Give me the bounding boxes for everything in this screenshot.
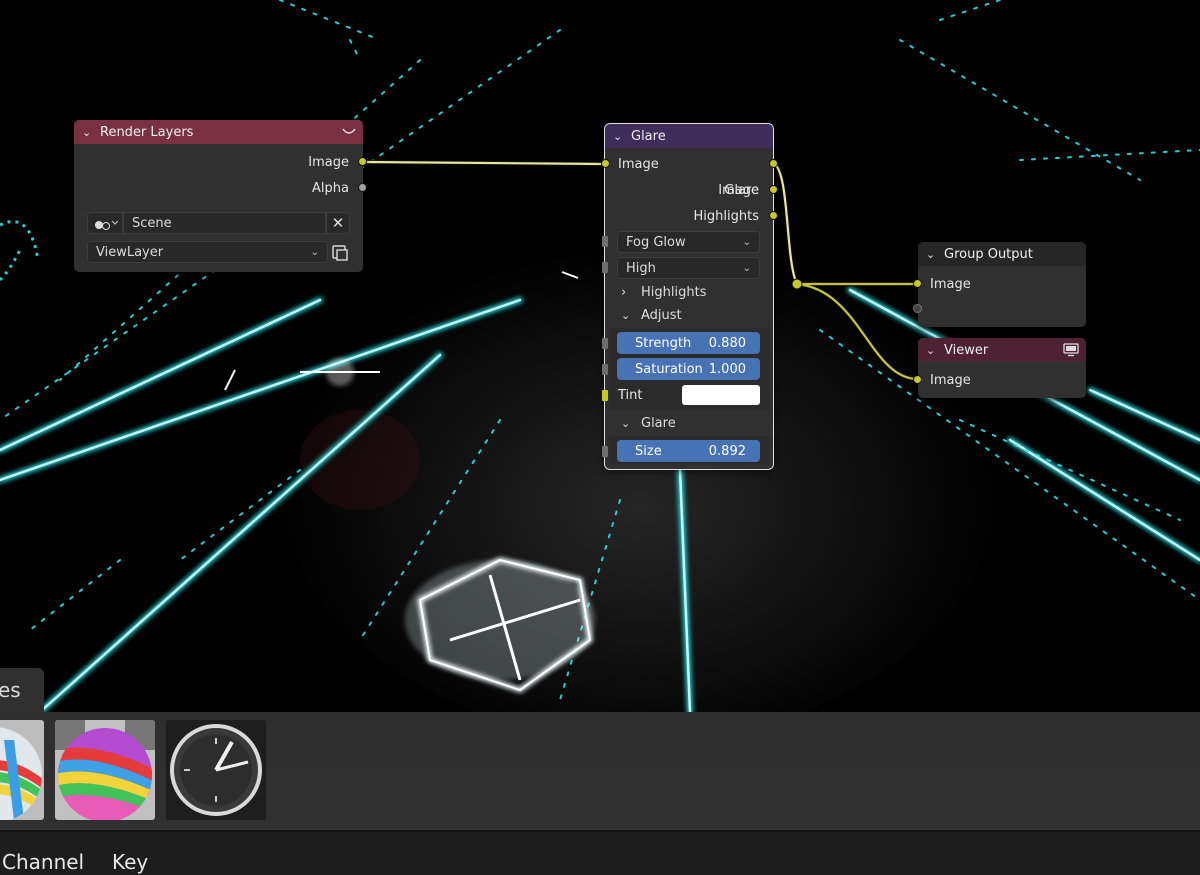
chevron-down-icon: ⌄ [310, 246, 319, 258]
scene-clear-button[interactable]: ✕ [326, 212, 350, 234]
output-image-label: Image [308, 154, 349, 170]
input-image-socket[interactable] [601, 159, 610, 168]
clock-icon [166, 720, 266, 820]
quality-socket[interactable] [602, 262, 608, 273]
output-glare-socket[interactable] [769, 185, 778, 194]
input-image-label: Image [930, 372, 971, 388]
quality-value: High [626, 260, 656, 276]
render-layers-header[interactable]: ⌄ Render Layers [74, 120, 363, 144]
render-layer-button[interactable] [330, 242, 350, 262]
tint-color-swatch[interactable] [682, 385, 760, 405]
material-thumbnail-2[interactable] [55, 720, 155, 820]
tint-label: Tint [618, 387, 643, 403]
scene-name: Scene [132, 215, 172, 231]
strength-socket[interactable] [602, 338, 608, 349]
chevron-right-icon: › [621, 284, 627, 300]
saturation-socket[interactable] [602, 364, 608, 375]
group-output-header[interactable]: ⌄ Group Output [918, 242, 1086, 266]
menu-channel[interactable]: Channel [2, 850, 84, 874]
input-image-socket[interactable] [913, 375, 922, 384]
quality-select[interactable]: High ⌄ [617, 257, 760, 279]
tint-socket[interactable] [602, 390, 608, 401]
scene-icon [95, 220, 118, 230]
input-image-label: Image [618, 156, 659, 172]
glare-header[interactable]: ⌄ Glare [605, 124, 773, 148]
clock-thumbnail[interactable] [166, 720, 266, 820]
output-highlights-label: Highlights [693, 208, 759, 224]
monitor-icon[interactable] [1062, 343, 1080, 357]
node-title: Group Output [944, 246, 1033, 262]
menu-key[interactable]: Key [112, 850, 148, 874]
glare-type-value: Fog Glow [626, 234, 686, 250]
chevron-down-icon: ⌄ [621, 308, 631, 322]
view-layer-select[interactable]: ViewLayer ⌄ [87, 241, 328, 263]
output-highlights-socket[interactable] [769, 211, 778, 220]
striped-sphere-material-icon [55, 720, 155, 820]
adjust-panel-label: Adjust [641, 307, 682, 323]
glare-type-select[interactable]: Fog Glow ⌄ [617, 231, 760, 253]
render-layers-node[interactable]: ⌄ Render Layers Image Alpha Scene ✕ View… [74, 120, 367, 272]
viewer-header[interactable]: ⌄ Viewer [918, 338, 1086, 362]
saturation-label: Saturation [635, 361, 703, 377]
highlights-panel-label: Highlights [641, 284, 707, 300]
asset-browser-tab-label: es [0, 678, 21, 702]
chevron-down-icon[interactable]: ⌄ [613, 130, 627, 143]
viewer-node[interactable]: ⌄ Viewer Image [913, 338, 1086, 398]
input-image-socket[interactable] [913, 279, 922, 288]
chevron-down-icon[interactable]: ⌄ [926, 248, 940, 261]
menu-bar: Channel Key [0, 830, 1200, 875]
size-label: Size [635, 443, 662, 459]
chevron-down-icon: ⌄ [742, 236, 751, 248]
chevron-down-icon[interactable]: ⌄ [926, 344, 940, 357]
scene-selector[interactable] [87, 212, 123, 234]
chevron-down-icon[interactable]: ⌄ [82, 126, 96, 139]
close-icon: ✕ [331, 214, 345, 232]
size-slider[interactable]: Size 0.892 [617, 440, 760, 462]
scene-name-field[interactable]: Scene [123, 212, 326, 234]
glare-panel-header[interactable]: ⌄ Glare [621, 413, 676, 433]
output-image-socket[interactable] [769, 159, 778, 168]
output-alpha-socket[interactable] [358, 183, 367, 192]
strength-value: 0.880 [708, 335, 746, 351]
preview-toggle-icon[interactable] [341, 127, 357, 137]
chevron-down-icon: ⌄ [742, 262, 751, 274]
output-glare-label: Glare [724, 182, 759, 198]
material-thumbnail-1[interactable] [0, 720, 44, 820]
saturation-value: 1.000 [708, 361, 746, 377]
group-output-node[interactable]: ⌄ Group Output Image [913, 242, 1086, 327]
strength-slider[interactable]: Strength 0.880 [617, 332, 760, 354]
striped-sphere-material-icon [0, 720, 44, 820]
size-value: 0.892 [708, 443, 746, 459]
chevron-down-icon: ⌄ [621, 416, 631, 430]
size-socket[interactable] [602, 446, 608, 457]
node-title: Viewer [944, 342, 989, 358]
empty-input-socket[interactable] [913, 304, 922, 313]
saturation-slider[interactable]: Saturation 1.000 [617, 358, 760, 380]
render-icon [332, 245, 348, 261]
view-layer-value: ViewLayer [96, 244, 164, 260]
input-image-label: Image [930, 276, 971, 292]
strength-label: Strength [635, 335, 692, 351]
output-image-socket[interactable] [358, 157, 367, 166]
highlights-panel-header[interactable]: › Highlights [621, 282, 706, 302]
output-alpha-label: Alpha [312, 180, 349, 196]
node-title: Render Layers [100, 124, 194, 140]
asset-browser-tab[interactable]: es [0, 668, 44, 712]
adjust-panel-header[interactable]: ⌄ Adjust [621, 305, 682, 325]
node-title: Glare [631, 128, 666, 144]
glare-panel-label: Glare [641, 415, 676, 431]
glare-node[interactable]: ⌄ Glare Image Image Glare Highlights Fog… [601, 123, 778, 470]
glare-type-socket[interactable] [602, 236, 608, 247]
